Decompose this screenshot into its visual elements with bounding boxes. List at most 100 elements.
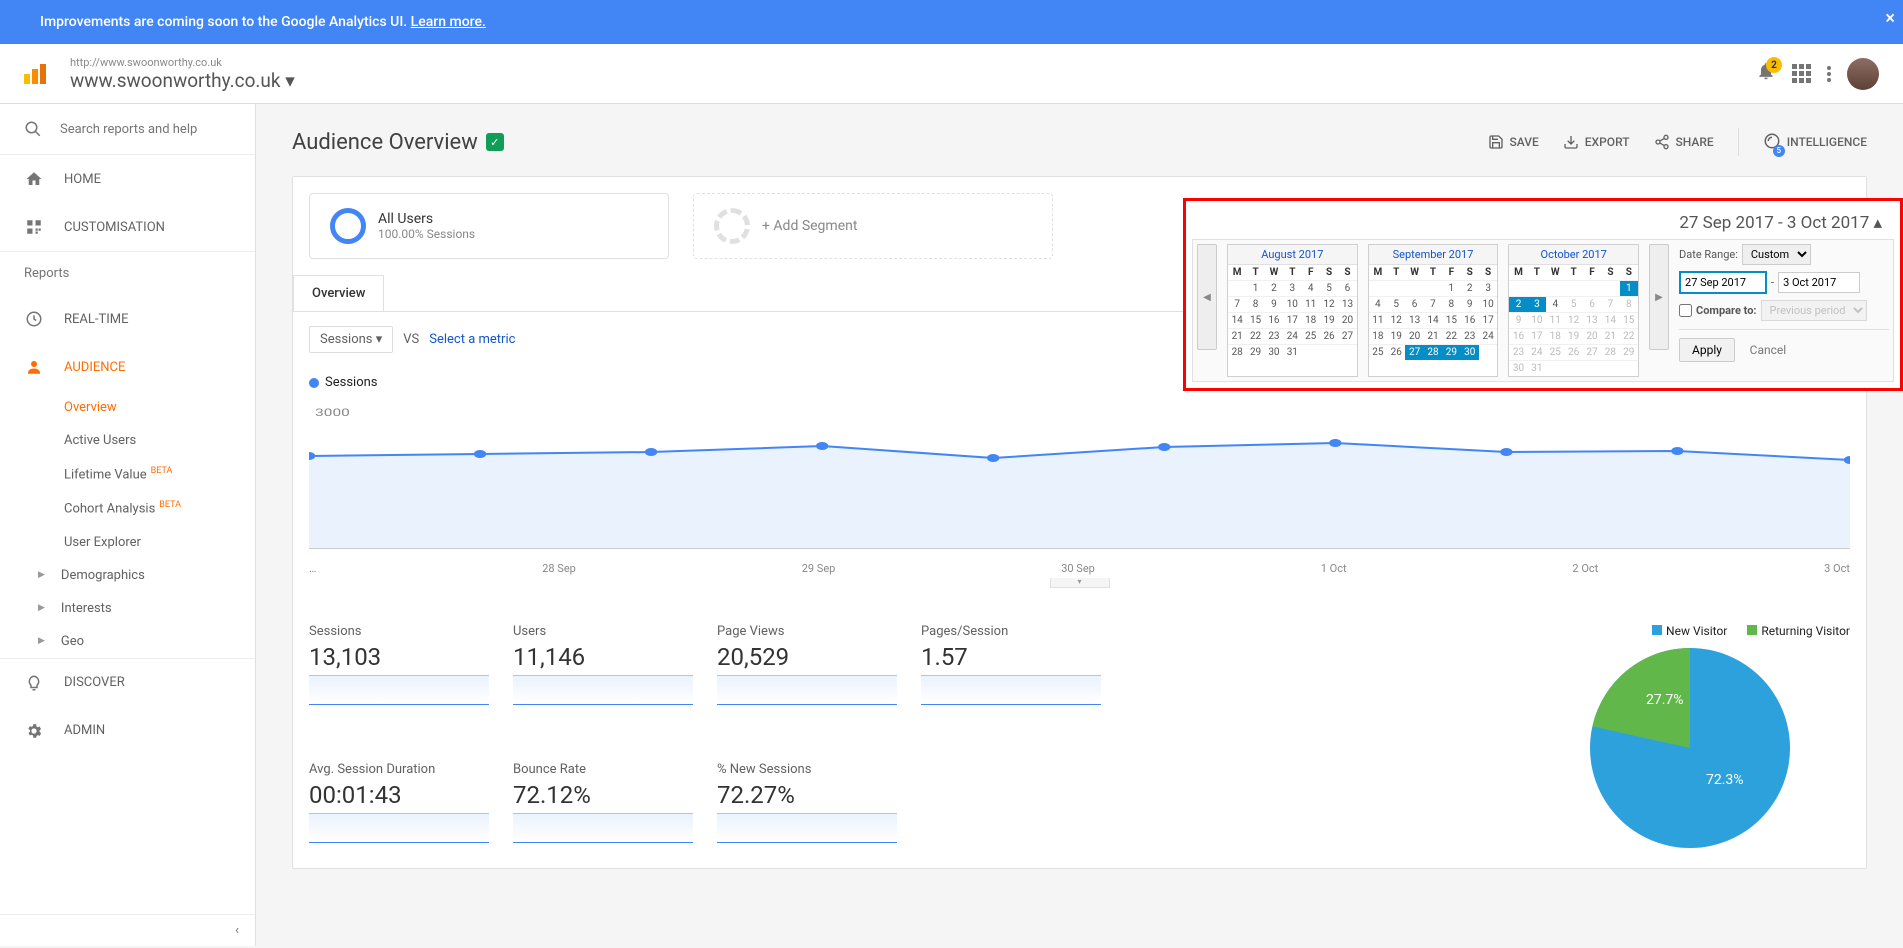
share-button[interactable]: SHARE	[1654, 134, 1714, 150]
nav-interests[interactable]: ▶Interests	[0, 592, 255, 625]
export-button[interactable]: EXPORT	[1563, 134, 1630, 150]
caret-right-icon: ▶	[38, 603, 45, 613]
metric-label: Sessions	[309, 624, 489, 639]
tab-overview[interactable]: Overview	[293, 275, 384, 311]
nav-active-users[interactable]: Active Users	[0, 424, 255, 457]
segment-circle-icon	[330, 208, 366, 244]
nav-home[interactable]: HOME	[0, 155, 255, 203]
metric-card[interactable]: Pages/Session 1.57	[921, 624, 1101, 710]
date-range-preset-select[interactable]: Custom	[1742, 244, 1811, 265]
nav-user-explorer[interactable]: User Explorer	[0, 526, 255, 559]
page-title: Audience Overview	[292, 130, 478, 155]
sessions-line-chart[interactable]: 3000 1500	[309, 398, 1850, 562]
sparkline	[717, 813, 897, 843]
apply-button[interactable]: Apply	[1679, 338, 1735, 362]
save-icon	[1488, 134, 1504, 150]
search-placeholder: Search reports and help	[60, 122, 197, 137]
date-to-input[interactable]	[1778, 272, 1860, 293]
banner-link[interactable]: Learn more.	[411, 14, 486, 30]
calendar-prev-icon[interactable]: ◀	[1197, 244, 1217, 350]
calendar-next-icon[interactable]: ▶	[1649, 244, 1669, 350]
segment-all-users[interactable]: All Users100.00% Sessions	[309, 193, 669, 259]
pie-legend: New Visitor Returning Visitor	[1530, 624, 1850, 638]
caret-right-icon: ▶	[38, 636, 45, 646]
metric-label: Page Views	[717, 624, 897, 639]
metric-card[interactable]: Bounce Rate72.12%	[513, 762, 693, 848]
metric-select[interactable]: Sessions ▾	[309, 326, 393, 353]
nav-admin[interactable]: ADMIN	[0, 707, 255, 755]
date-range-panel: 27 Sep 2017 - 3 Oct 2017 ▴ ◀ August 2017…	[1183, 198, 1903, 391]
sparkline	[309, 813, 489, 843]
nav-audience[interactable]: AUDIENCE	[0, 343, 255, 391]
nav-realtime[interactable]: REAL-TIME	[0, 295, 255, 343]
property-selector[interactable]: http://www.swoonworthy.co.uk www.swoonwo…	[70, 56, 295, 92]
more-icon[interactable]	[1827, 66, 1831, 82]
search-icon	[24, 120, 42, 138]
metric-label: % New Sessions	[717, 762, 897, 777]
cancel-button[interactable]: Cancel	[1738, 339, 1799, 361]
compare-checkbox[interactable]	[1679, 304, 1692, 317]
user-avatar[interactable]	[1847, 58, 1879, 90]
home-icon	[24, 169, 44, 189]
nav-demographics[interactable]: ▶Demographics	[0, 559, 255, 592]
person-icon	[24, 357, 44, 377]
caret-right-icon: ▶	[38, 570, 45, 580]
apps-icon[interactable]	[1792, 64, 1811, 83]
add-segment-icon	[714, 208, 750, 244]
ga-logo-icon[interactable]	[24, 64, 46, 84]
metric-value: 13,103	[309, 643, 489, 671]
date-from-input[interactable]	[1679, 271, 1767, 294]
reports-label: Reports	[0, 252, 255, 295]
metric-card[interactable]: Page Views20,529	[717, 624, 897, 710]
metric-value: 72.27%	[717, 781, 897, 809]
property-name: www.swoonworthy.co.uk ▾	[70, 69, 295, 92]
select-metric-link[interactable]: Select a metric	[429, 332, 515, 347]
clock-icon	[24, 309, 44, 329]
notifications-icon[interactable]: 2	[1756, 61, 1776, 86]
share-icon	[1654, 134, 1670, 150]
search-box[interactable]: Search reports and help	[0, 104, 255, 155]
banner-close-icon[interactable]: ×	[1885, 8, 1895, 29]
export-icon	[1563, 134, 1579, 150]
metric-value: 1.57	[921, 643, 1101, 671]
sparkline	[513, 675, 693, 705]
sparkline	[309, 675, 489, 705]
svg-text:27.7%: 27.7%	[1646, 692, 1684, 708]
nav-audience-overview[interactable]: Overview	[0, 391, 255, 424]
metric-card[interactable]: Sessions 13,103	[309, 624, 489, 710]
nav-discover[interactable]: DISCOVER	[0, 659, 255, 707]
metric-label: Avg. Session Duration	[309, 762, 489, 777]
chart-handle-icon[interactable]: ▾	[309, 573, 1850, 588]
metric-card[interactable]: Avg. Session Duration00:01:43	[309, 762, 489, 848]
notification-badge: 2	[1766, 57, 1782, 73]
svg-text:72.3%: 72.3%	[1706, 772, 1744, 788]
gear-icon	[24, 721, 44, 741]
nav-customisation[interactable]: CUSTOMISATION	[0, 203, 255, 251]
dashboard-icon	[24, 217, 44, 237]
intelligence-icon: 5	[1763, 132, 1781, 153]
nav-lifetime-value[interactable]: Lifetime ValueBETA	[0, 457, 255, 491]
visitor-pie-chart[interactable]: 27.7% 72.3%	[1530, 648, 1850, 848]
save-button[interactable]: SAVE	[1488, 134, 1539, 150]
property-url: http://www.swoonworthy.co.uk	[70, 56, 295, 69]
metric-value: 72.12%	[513, 781, 693, 809]
sidebar: Search reports and help HOME CUSTOMISATI…	[0, 104, 256, 946]
banner-text: Improvements are coming soon to the Goog…	[40, 14, 407, 30]
metric-card[interactable]: Users11,146	[513, 624, 693, 710]
date-range-display[interactable]: 27 Sep 2017 - 3 Oct 2017 ▴	[1192, 207, 1894, 239]
nav-geo[interactable]: ▶Geo	[0, 625, 255, 658]
calendar-aug[interactable]: August 2017 MTWTFSS 123456 78910111213 1…	[1227, 244, 1358, 377]
sparkline	[921, 675, 1101, 705]
nav-cohort-analysis[interactable]: Cohort AnalysisBETA	[0, 491, 255, 525]
intelligence-button[interactable]: 5 INTELLIGENCE	[1763, 132, 1867, 153]
metric-label: Pages/Session	[921, 624, 1101, 639]
compare-select[interactable]: Previous period	[1761, 300, 1867, 321]
calendar-oct[interactable]: October 2017 MTWTFSS 1 2345678 910111213…	[1508, 244, 1639, 377]
calendar-sep[interactable]: September 2017 MTWTFSS 123 45678910 1112…	[1368, 244, 1499, 377]
add-segment-button[interactable]: + Add Segment	[693, 193, 1053, 259]
sparkline	[513, 813, 693, 843]
bulb-icon	[24, 673, 44, 693]
collapse-sidebar[interactable]: ‹	[0, 914, 255, 946]
info-banner: Improvements are coming soon to the Goog…	[0, 0, 1903, 44]
metric-card[interactable]: % New Sessions 72.27%	[717, 762, 897, 848]
